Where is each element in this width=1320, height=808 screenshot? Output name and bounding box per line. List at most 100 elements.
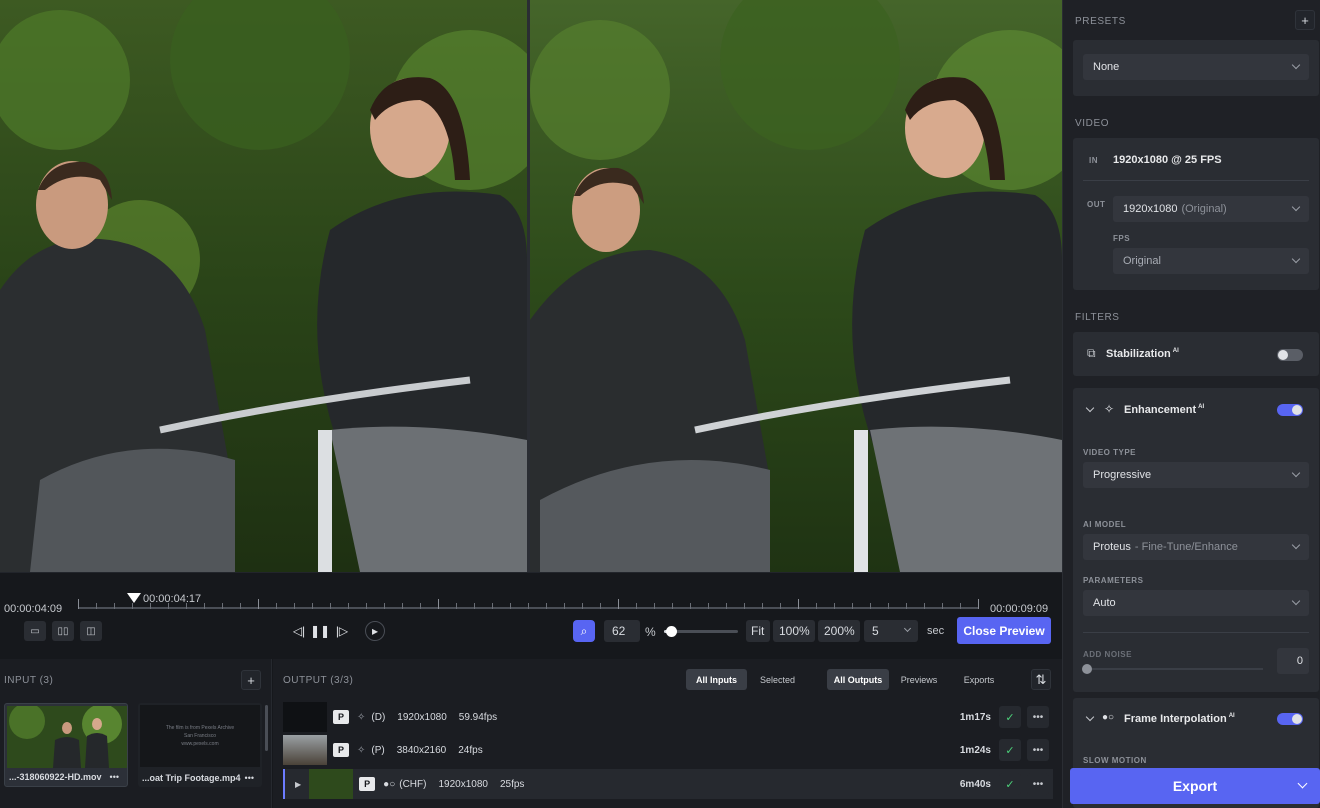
tab-all-outputs[interactable]: All Outputs bbox=[827, 669, 889, 690]
fit-button[interactable]: Fit bbox=[746, 620, 770, 642]
output-thumbnail bbox=[283, 735, 327, 765]
parameters-value: Auto bbox=[1093, 597, 1116, 609]
zoom-slider[interactable] bbox=[664, 626, 738, 637]
video-type-value: Progressive bbox=[1093, 469, 1152, 481]
timeline-tick bbox=[420, 603, 421, 609]
playhead-time: 00:00:04:17 bbox=[143, 593, 202, 605]
more-icon[interactable]: ••• bbox=[245, 773, 254, 783]
add-noise-knob[interactable] bbox=[1082, 664, 1092, 674]
playhead[interactable] bbox=[127, 593, 141, 603]
timeline-tick bbox=[240, 603, 241, 609]
ai-model-select[interactable]: Proteus - Fine-Tune/Enhance bbox=[1083, 534, 1309, 560]
output-resolution-value: 1920x1080 bbox=[1123, 203, 1178, 215]
loop-button[interactable]: ▸ bbox=[365, 621, 385, 641]
interpolation-icon: ●○ bbox=[1102, 712, 1115, 723]
chevron-down-icon[interactable] bbox=[1085, 403, 1095, 413]
input-file-card[interactable]: The film is from Pexels Archive San Fran… bbox=[138, 703, 262, 787]
output-model-code: (P) bbox=[371, 744, 385, 756]
close-preview-button[interactable]: Close Preview bbox=[957, 617, 1051, 644]
output-resolution: 1920x1080 bbox=[438, 778, 488, 790]
zoom-input[interactable]: 62 bbox=[604, 620, 640, 642]
output-row[interactable]: P ✧ (D) 1920x1080 59.94fps 1m17s ✓ ••• bbox=[283, 702, 1053, 732]
thumbnail-caption: The film is from Pexels Archive bbox=[165, 725, 235, 731]
step-back-button[interactable]: ◁| bbox=[289, 621, 309, 641]
seconds-value: 5 bbox=[872, 624, 879, 638]
expand-icon[interactable]: ▶ bbox=[295, 780, 301, 789]
tab-exports[interactable]: Exports bbox=[949, 669, 1009, 690]
output-model-code: (D) bbox=[371, 711, 386, 723]
check-icon: ✓ bbox=[999, 739, 1021, 761]
timeline-tick bbox=[528, 603, 529, 609]
zoom-slider-knob[interactable] bbox=[665, 626, 677, 637]
ai-model-value: Proteus bbox=[1093, 541, 1131, 553]
preset-select[interactable]: None bbox=[1083, 54, 1309, 80]
check-icon: ✓ bbox=[999, 773, 1021, 795]
zoom-button[interactable]: ⌕ bbox=[573, 620, 595, 642]
step-back-icon: ◁| bbox=[292, 624, 306, 638]
interpolation-icon: ●○ bbox=[383, 778, 396, 790]
tab-previews[interactable]: Previews bbox=[889, 669, 949, 690]
timeline-tick bbox=[582, 603, 583, 609]
output-row[interactable]: P ✧ (P) 3840x2160 24fps 1m24s ✓ ••• bbox=[283, 735, 1053, 765]
end-time: 00:00:09:09 bbox=[990, 603, 1049, 615]
chevron-down-icon bbox=[903, 624, 912, 633]
timeline-tick bbox=[474, 603, 475, 609]
row-more-button[interactable]: ••• bbox=[1027, 773, 1049, 795]
add-input-button[interactable]: + bbox=[241, 670, 261, 690]
input-file-card[interactable]: ...-318060922-HD.mov ••• bbox=[4, 703, 128, 787]
single-view-button[interactable]: ▭ bbox=[24, 621, 46, 641]
frame-interpolation-toggle[interactable] bbox=[1277, 713, 1303, 725]
timeline-tick bbox=[132, 603, 133, 609]
timeline-tick bbox=[924, 603, 925, 609]
more-icon[interactable]: ••• bbox=[110, 772, 119, 782]
tab-all-inputs[interactable]: All Inputs bbox=[686, 669, 747, 690]
input-resolution: 1920x1080 @ 25 FPS bbox=[1113, 154, 1222, 166]
seconds-unit: sec bbox=[927, 625, 945, 637]
chevron-down-icon bbox=[1291, 468, 1301, 478]
parameters-select[interactable]: Auto bbox=[1083, 590, 1309, 616]
timeline-tick bbox=[726, 603, 727, 609]
timeline-tick bbox=[78, 599, 79, 609]
sort-button[interactable]: ⇅ bbox=[1031, 669, 1051, 690]
row-more-button[interactable]: ••• bbox=[1027, 739, 1049, 761]
zoom-200-button[interactable]: 200% bbox=[818, 620, 860, 642]
output-resolution-select[interactable]: 1920x1080 (Original) bbox=[1113, 196, 1309, 222]
timeline-tick bbox=[384, 603, 385, 609]
filters-title: FILTERS bbox=[1075, 312, 1120, 323]
timeline-tick bbox=[564, 603, 565, 609]
plus-icon: + bbox=[247, 672, 255, 688]
video-card: IN 1920x1080 @ 25 FPS OUT 1920x1080 (Ori… bbox=[1073, 138, 1319, 290]
split-view-button[interactable]: ◫ bbox=[80, 621, 102, 641]
zoom-100-button[interactable]: 100% bbox=[773, 620, 815, 642]
more-icon: ••• bbox=[1032, 744, 1044, 756]
output-thumbnail bbox=[309, 769, 354, 799]
enhancement-toggle[interactable] bbox=[1277, 404, 1303, 416]
stabilization-card: ⧉ Stabilization AI bbox=[1073, 332, 1319, 376]
divider bbox=[1083, 632, 1309, 633]
pause-button[interactable]: ❚❚ bbox=[310, 621, 330, 641]
thumbnail-caption: www.pexels.com bbox=[181, 741, 219, 747]
timeline-tick bbox=[816, 603, 817, 609]
zoom-unit: % bbox=[645, 625, 656, 639]
stabilization-toggle[interactable] bbox=[1277, 349, 1303, 361]
seconds-select[interactable]: 5 bbox=[864, 620, 918, 642]
timeline-tick bbox=[618, 599, 619, 609]
output-row-selected[interactable]: ▶ P ●○ (CHF) 1920x1080 25fps 6m40s ✓ ••• bbox=[283, 769, 1053, 799]
add-noise-label: ADD NOISE bbox=[1083, 650, 1132, 659]
add-preset-button[interactable]: + bbox=[1295, 10, 1315, 30]
input-file-name: ...-318060922-HD.mov bbox=[9, 772, 102, 782]
output-fps: 24fps bbox=[458, 744, 483, 756]
add-noise-input[interactable]: 0 bbox=[1277, 648, 1309, 674]
export-button[interactable]: Export bbox=[1070, 768, 1320, 804]
video-type-select[interactable]: Progressive bbox=[1083, 462, 1309, 488]
row-more-button[interactable]: ••• bbox=[1027, 706, 1049, 728]
step-forward-button[interactable]: |▷ bbox=[332, 621, 352, 641]
add-noise-slider[interactable] bbox=[1082, 664, 1263, 674]
side-by-side-button[interactable]: ▯▯ bbox=[52, 621, 74, 641]
input-scrollbar[interactable] bbox=[265, 705, 268, 751]
chevron-down-icon[interactable] bbox=[1297, 778, 1308, 789]
start-time: 00:00:04:09 bbox=[4, 603, 63, 615]
fps-select[interactable]: Original bbox=[1113, 248, 1309, 274]
tab-selected[interactable]: Selected bbox=[747, 669, 808, 690]
chevron-down-icon[interactable] bbox=[1085, 712, 1095, 722]
